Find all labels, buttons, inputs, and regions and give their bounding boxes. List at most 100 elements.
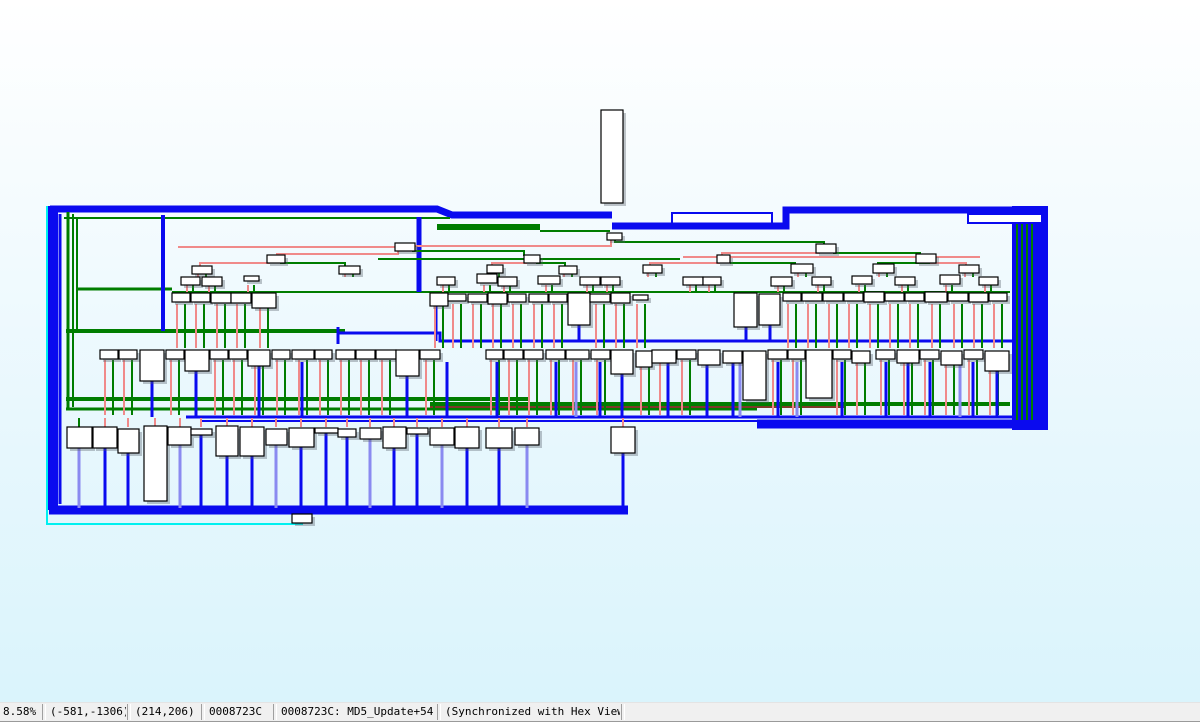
basic-block-node[interactable] [191, 265, 213, 275]
basic-block-node[interactable] [947, 292, 969, 302]
basic-block-node[interactable] [66, 426, 93, 449]
basic-block-node[interactable] [600, 109, 624, 204]
basic-block-node[interactable] [851, 350, 871, 364]
flow-graph-canvas[interactable] [0, 0, 1200, 702]
basic-block-node[interactable] [733, 292, 758, 328]
basic-block-node[interactable] [375, 349, 397, 360]
basic-block-node[interactable] [118, 349, 138, 360]
basic-block-node[interactable] [180, 276, 201, 286]
basic-block-node[interactable] [758, 293, 781, 326]
basic-block-node[interactable] [497, 276, 518, 287]
basic-block-node[interactable] [167, 426, 192, 446]
basic-block-node[interactable] [716, 254, 731, 264]
basic-block-node[interactable] [485, 349, 504, 360]
basic-block-node[interactable] [419, 349, 441, 360]
basic-block-node[interactable] [266, 254, 286, 264]
basic-block-node[interactable] [940, 350, 963, 366]
basic-block-node[interactable] [590, 349, 611, 360]
basic-block-node[interactable] [988, 292, 1008, 302]
basic-block-node[interactable] [919, 349, 940, 360]
basic-block-node[interactable] [651, 349, 677, 364]
basic-block-node[interactable] [904, 292, 925, 302]
basic-block-node[interactable] [337, 428, 357, 438]
basic-block-node[interactable] [968, 292, 989, 303]
basic-block-node[interactable] [382, 426, 407, 449]
basic-block-node[interactable] [486, 264, 504, 274]
basic-block-node[interactable] [239, 426, 265, 457]
basic-block-node[interactable] [528, 293, 549, 303]
basic-block-node[interactable] [436, 276, 456, 286]
basic-block-node[interactable] [230, 292, 252, 304]
basic-block-node[interactable] [507, 293, 527, 303]
basic-block-node[interactable] [184, 349, 210, 372]
basic-block-node[interactable] [243, 275, 260, 282]
basic-block-node[interactable] [606, 232, 623, 241]
basic-block-node[interactable] [429, 427, 455, 446]
basic-block-node[interactable] [722, 350, 743, 364]
basic-block-node[interactable] [251, 292, 277, 309]
basic-block-node[interactable] [545, 349, 566, 360]
basic-block-node[interactable] [600, 276, 621, 286]
basic-block-node[interactable] [247, 349, 271, 367]
basic-block-node[interactable] [832, 349, 852, 360]
basic-block-node[interactable] [610, 292, 631, 304]
basic-block-node[interactable] [485, 427, 513, 449]
basic-block-node[interactable] [139, 349, 165, 382]
basic-block-node[interactable] [767, 349, 788, 360]
basic-block-node[interactable] [851, 275, 873, 285]
basic-block-node[interactable] [143, 425, 168, 502]
basic-block-node[interactable] [843, 292, 864, 302]
basic-block-node[interactable] [228, 349, 248, 360]
basic-block-node[interactable] [579, 276, 601, 286]
basic-block-node[interactable] [676, 349, 697, 360]
basic-block-node[interactable] [610, 349, 634, 375]
basic-block-node[interactable] [896, 349, 920, 364]
basic-block-node[interactable] [984, 350, 1010, 372]
basic-block-node[interactable] [523, 254, 541, 264]
basic-block-node[interactable] [314, 427, 339, 434]
basic-block-node[interactable] [314, 349, 333, 360]
basic-block-node[interactable] [894, 276, 916, 286]
basic-block-node[interactable] [958, 264, 980, 274]
basic-block-node[interactable] [697, 349, 721, 366]
basic-block-node[interactable] [395, 349, 420, 377]
basic-block-node[interactable] [99, 349, 119, 360]
basic-block-node[interactable] [291, 349, 315, 360]
basic-block-node[interactable] [429, 292, 449, 307]
basic-block-node[interactable] [567, 292, 591, 326]
basic-block-node[interactable] [487, 292, 508, 305]
graph-viewport[interactable] [0, 0, 1200, 702]
basic-block-node[interactable] [476, 273, 498, 284]
basic-block-node[interactable] [523, 349, 544, 360]
basic-block-node[interactable] [939, 274, 961, 285]
basic-block-node[interactable] [406, 427, 429, 435]
basic-block-node[interactable] [822, 292, 844, 302]
basic-block-node[interactable] [632, 294, 649, 301]
basic-block-node[interactable] [742, 350, 767, 401]
basic-block-node[interactable] [815, 243, 837, 254]
basic-block-node[interactable] [801, 292, 823, 302]
basic-block-node[interactable] [787, 349, 806, 360]
basic-block-node[interactable] [872, 263, 895, 274]
basic-block-node[interactable] [190, 428, 213, 436]
basic-block-node[interactable] [171, 292, 191, 303]
basic-block-node[interactable] [702, 276, 722, 286]
basic-block-node[interactable] [291, 513, 313, 524]
basic-block-node[interactable] [355, 349, 376, 360]
basic-block-node[interactable] [165, 349, 185, 360]
basic-block-node[interactable] [190, 292, 211, 303]
basic-block-node[interactable] [338, 265, 361, 275]
basic-block-node[interactable] [215, 425, 239, 457]
basic-block-node[interactable] [635, 350, 653, 368]
basic-block-node[interactable] [201, 276, 223, 287]
basic-block-node[interactable] [589, 293, 611, 303]
basic-block-node[interactable] [811, 276, 832, 286]
basic-block-node[interactable] [770, 276, 793, 287]
basic-block-node[interactable] [394, 242, 416, 252]
basic-block-node[interactable] [565, 349, 590, 360]
basic-block-node[interactable] [454, 426, 480, 449]
basic-block-node[interactable] [359, 427, 382, 440]
basic-block-node[interactable] [335, 349, 356, 360]
basic-block-node[interactable] [537, 275, 561, 285]
basic-block-node[interactable] [915, 253, 937, 264]
